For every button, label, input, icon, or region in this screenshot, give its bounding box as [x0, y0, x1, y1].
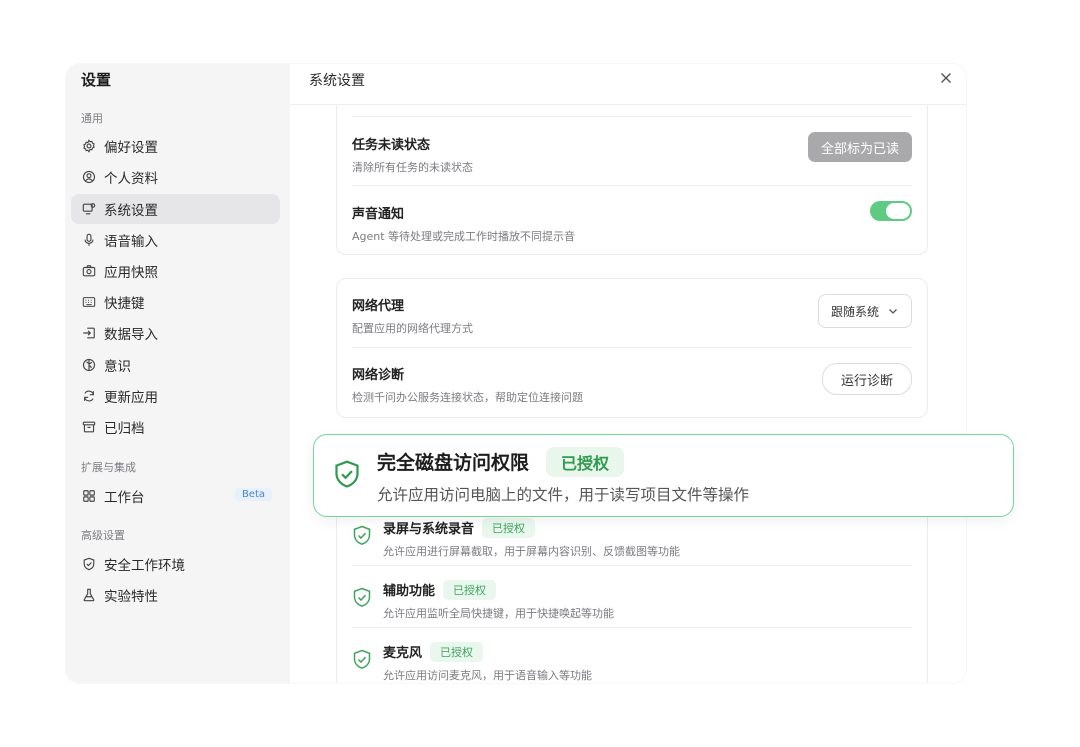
- callout-authorized-badge: 已授权: [546, 447, 625, 477]
- authorized-badge: 已授权: [443, 579, 497, 600]
- keyboard-icon: [81, 294, 97, 310]
- sidebar-item-archived[interactable]: 已归档: [71, 412, 280, 442]
- shield-check-icon: [353, 525, 371, 545]
- authorized-badge: 已授权: [482, 517, 536, 538]
- sound-setting-row: 声音通知 Agent 等待处理或完成工作时播放不同提示音: [352, 203, 912, 244]
- mark-all-read-button[interactable]: 全部标为已读: [807, 132, 912, 162]
- sidebar-item-preferences[interactable]: 偏好设置: [71, 131, 280, 161]
- sidebar-item-workbench[interactable]: 工作台 Beta: [71, 481, 280, 511]
- sound-toggle[interactable]: [870, 201, 912, 221]
- permission-title: 录屏与系统录音: [383, 522, 475, 537]
- divider: [352, 185, 912, 186]
- permission-text: 录屏与系统录音 已授权 允许应用进行屏幕截取，用于屏幕内容识别、反馈截图等功能: [383, 517, 680, 559]
- notifications-card: 任务未读状态 清除所有任务的未读状态 全部标为已读 声音通知 Agent 等待处…: [336, 106, 928, 255]
- full-disk-access-callout: 完全磁盘访问权限 已授权 允许应用访问电脑上的文件，用于读写项目文件等操作: [313, 434, 1014, 517]
- sidebar-item-snapshot[interactable]: 应用快照: [71, 256, 280, 286]
- sound-desc: Agent 等待处理或完成工作时播放不同提示音: [352, 230, 576, 243]
- sidebar-item-label: 应用快照: [104, 265, 158, 281]
- camera-icon: [81, 263, 97, 279]
- run-diagnosis-button[interactable]: 运行诊断: [821, 363, 912, 395]
- permission-desc: 允许应用访问麦克风，用于语音输入等功能: [383, 668, 592, 682]
- permission-text: 麦克风 已授权 允许应用访问麦克风，用于语音输入等功能: [383, 641, 592, 683]
- permission-text: 辅助功能 已授权 允许应用监听全局快捷键，用于快捷唤起等功能: [383, 579, 614, 621]
- grid-icon: [81, 488, 97, 504]
- sidebar-item-awareness[interactable]: 意识: [71, 350, 280, 380]
- close-icon: [941, 73, 951, 83]
- sidebar-item-experimental[interactable]: 实验特性: [71, 580, 280, 610]
- divider: [352, 116, 912, 117]
- sidebar-item-label: 安全工作环境: [104, 558, 185, 574]
- brain-icon: [81, 357, 97, 373]
- sidebar: 设置 通用 偏好设置 个人资料 系统设置 语音输入 应用快照 快捷键 数据导入 …: [66, 64, 290, 683]
- permission-desc: 允许应用监听全局快捷键，用于快捷唤起等功能: [383, 606, 614, 620]
- section-label-advanced: 高级设置: [81, 529, 125, 542]
- microphone-icon: [81, 232, 97, 248]
- sidebar-item-secure-env[interactable]: 安全工作环境: [71, 549, 280, 579]
- sidebar-item-import[interactable]: 数据导入: [71, 318, 280, 348]
- page-title: 系统设置: [309, 73, 365, 89]
- sidebar-item-profile[interactable]: 个人资料: [71, 162, 280, 192]
- toggle-knob: [886, 203, 910, 219]
- sidebar-item-update[interactable]: 更新应用: [71, 381, 280, 411]
- sidebar-item-shortcuts[interactable]: 快捷键: [71, 287, 280, 317]
- chevron-down-icon: [889, 309, 897, 314]
- section-label-extensions: 扩展与集成: [81, 461, 136, 474]
- profile-icon: [81, 169, 97, 185]
- gear-icon: [81, 138, 97, 154]
- network-card: 网络代理 配置应用的网络代理方式 跟随系统 网络诊断 检测千问办公服务连接状态，…: [336, 278, 928, 418]
- authorized-badge: 已授权: [430, 641, 484, 662]
- close-button[interactable]: [938, 70, 954, 86]
- sidebar-title: 设置: [81, 71, 112, 89]
- sidebar-item-voice[interactable]: 语音输入: [71, 225, 280, 255]
- main-header: 系统设置: [290, 64, 966, 105]
- callout-title: 完全磁盘访问权限: [377, 452, 530, 474]
- divider: [352, 565, 912, 566]
- sidebar-item-label: 意识: [104, 359, 131, 375]
- import-icon: [81, 325, 97, 341]
- sidebar-item-label: 快捷键: [104, 296, 145, 312]
- permission-desc: 允许应用进行屏幕截取，用于屏幕内容识别、反馈截图等功能: [383, 544, 680, 558]
- archive-icon: [81, 419, 97, 435]
- sidebar-item-label: 系统设置: [104, 203, 158, 219]
- permission-row-accessibility: 辅助功能 已授权 允许应用监听全局快捷键，用于快捷唤起等功能: [352, 579, 912, 631]
- permission-title: 麦克风: [383, 646, 423, 661]
- beta-badge: Beta: [234, 488, 272, 501]
- settings-window: 设置 通用 偏好设置 个人资料 系统设置 语音输入 应用快照 快捷键 数据导入 …: [66, 64, 966, 683]
- permission-row-microphone: 麦克风 已授权 允许应用访问麦克风，用于语音输入等功能: [352, 641, 912, 683]
- sidebar-item-label: 数据导入: [104, 327, 158, 343]
- callout-desc: 允许应用访问电脑上的文件，用于读写项目文件等操作: [377, 486, 750, 504]
- proxy-select-value: 跟随系统: [830, 304, 879, 319]
- sidebar-item-label: 实验特性: [104, 589, 158, 605]
- sidebar-item-system[interactable]: 系统设置: [71, 194, 280, 224]
- sidebar-item-label: 工作台: [104, 490, 145, 506]
- shield-check-icon: [353, 587, 371, 607]
- shield-icon: [81, 556, 97, 572]
- shield-check-icon: [335, 460, 359, 488]
- refresh-icon: [81, 388, 97, 404]
- main-panel: 系统设置 任务未读状态 清除所有任务的未读状态 全部标为已读 声音通知 Agen…: [290, 64, 966, 683]
- sidebar-item-label: 更新应用: [104, 390, 158, 406]
- sidebar-item-label: 个人资料: [104, 171, 158, 187]
- sidebar-item-label: 已归档: [104, 421, 145, 437]
- sidebar-item-label: 语音输入: [104, 234, 158, 250]
- permission-title: 辅助功能: [383, 584, 436, 599]
- sound-title: 声音通知: [352, 207, 405, 222]
- proxy-select[interactable]: 跟随系统: [817, 294, 912, 328]
- shield-check-icon: [353, 649, 371, 669]
- section-label-general: 通用: [81, 112, 103, 125]
- monitor-settings-icon: [81, 201, 97, 217]
- flask-icon: [81, 587, 97, 603]
- divider: [352, 347, 912, 348]
- permission-row-screen-recording: 录屏与系统录音 已授权 允许应用进行屏幕截取，用于屏幕内容识别、反馈截图等功能: [352, 517, 912, 569]
- sidebar-item-label: 偏好设置: [104, 140, 158, 156]
